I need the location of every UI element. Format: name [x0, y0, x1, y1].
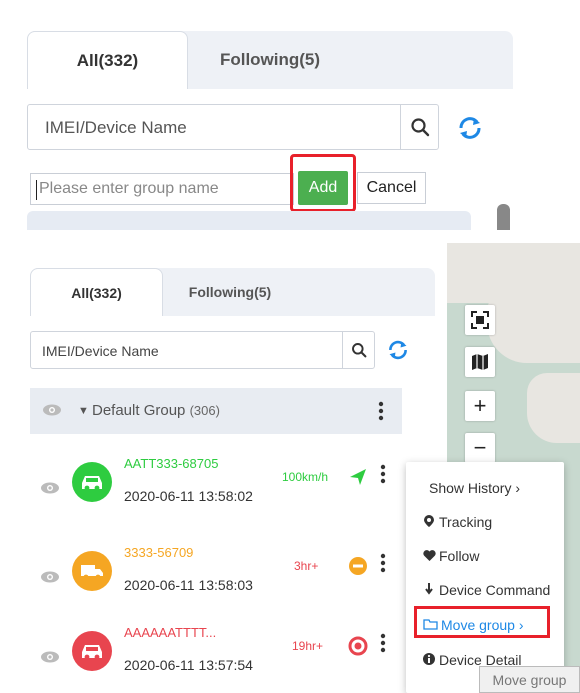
- more-icon[interactable]: [380, 553, 386, 573]
- info-icon: [422, 652, 436, 668]
- eye-icon[interactable]: [40, 480, 60, 496]
- command-arrow-icon: [422, 582, 436, 598]
- eye-icon[interactable]: [40, 569, 60, 585]
- refresh-button[interactable]: [455, 113, 485, 143]
- refresh-icon: [459, 117, 481, 139]
- tab-following[interactable]: Following(5): [170, 268, 290, 316]
- car-icon: [72, 462, 112, 502]
- group-header[interactable]: ▼ Default Group (306): [30, 388, 402, 434]
- fullscreen-button[interactable]: [465, 305, 495, 335]
- location-pin-icon: [422, 514, 436, 530]
- map-land: [487, 283, 580, 363]
- device-row[interactable]: 3333-56709 2020-06-11 13:58:03 3hr+: [30, 541, 410, 613]
- search-placeholder: IMEI/Device Name: [42, 343, 159, 359]
- device-name[interactable]: 3333-56709: [124, 545, 193, 560]
- fullscreen-icon: [471, 311, 489, 329]
- cancel-button[interactable]: Cancel: [357, 172, 426, 204]
- menu-item-show-history[interactable]: Show History ›: [406, 471, 564, 505]
- refresh-icon: [389, 340, 407, 360]
- search-icon: [351, 343, 366, 358]
- offline-icon: [348, 636, 368, 656]
- scrollbar-thumb[interactable]: [497, 204, 510, 230]
- device-offline-duration: 19hr+: [292, 639, 324, 653]
- search-input[interactable]: IMEI/Device Name: [30, 331, 375, 369]
- chevron-right-icon: ›: [515, 480, 521, 496]
- caret-down-icon[interactable]: ▼: [78, 405, 89, 417]
- more-icon[interactable]: [380, 633, 386, 653]
- search-icon: [410, 118, 429, 137]
- heart-icon: [422, 548, 436, 564]
- device-name[interactable]: AATT333-68705: [124, 456, 218, 471]
- tab-all[interactable]: All(332): [27, 31, 188, 89]
- device-offline-duration: 3hr+: [294, 559, 319, 573]
- highlight-box: [414, 606, 550, 638]
- moving-arrow-icon: [350, 469, 366, 485]
- search-button[interactable]: [400, 105, 438, 149]
- search-placeholder: IMEI/Device Name: [45, 118, 187, 137]
- group-name-input[interactable]: Please enter group name: [30, 173, 294, 205]
- map-land: [527, 373, 580, 443]
- group-name: Default Group (306): [92, 402, 220, 419]
- text-caret: [36, 180, 37, 200]
- zoom-out-button[interactable]: −: [465, 433, 495, 463]
- drag-tooltip: Move group: [479, 666, 580, 693]
- add-button[interactable]: Add: [298, 171, 348, 205]
- zoom-in-button[interactable]: +: [465, 391, 495, 421]
- menu-item-device-command[interactable]: Device Command: [406, 573, 564, 607]
- truck-icon: [72, 551, 112, 591]
- more-icon[interactable]: [380, 464, 386, 484]
- group-name-placeholder: Please enter group name: [39, 180, 219, 197]
- eye-icon[interactable]: [40, 649, 60, 665]
- car-icon: [72, 631, 112, 671]
- map-layer-button[interactable]: [465, 347, 495, 377]
- more-icon[interactable]: [378, 401, 384, 421]
- device-row[interactable]: AATT333-68705 2020-06-11 13:58:02 100km/…: [30, 452, 410, 524]
- menu-item-tracking[interactable]: Tracking: [406, 505, 564, 539]
- parked-icon: [349, 557, 367, 575]
- search-input[interactable]: IMEI/Device Name: [27, 104, 439, 150]
- refresh-button[interactable]: [385, 337, 411, 363]
- tab-following[interactable]: Following(5): [190, 31, 350, 89]
- group-header-partial: [27, 211, 471, 230]
- menu-item-follow[interactable]: Follow: [406, 539, 564, 573]
- device-time: 2020-06-11 13:58:02: [124, 488, 253, 504]
- device-time: 2020-06-11 13:57:54: [124, 657, 253, 673]
- tab-all[interactable]: All(332): [30, 268, 163, 316]
- device-speed: 100km/h: [282, 470, 329, 484]
- map-icon: [472, 354, 488, 370]
- device-time: 2020-06-11 13:58:03: [124, 577, 253, 593]
- search-button[interactable]: [342, 332, 374, 368]
- device-context-menu: Show History › Tracking Follow Device Co…: [406, 462, 564, 693]
- eye-icon[interactable]: [42, 402, 62, 418]
- device-name[interactable]: AAAAAATTTT...: [124, 625, 216, 640]
- device-row[interactable]: AAAAAATTTT... 2020-06-11 13:57:54 19hr+: [30, 621, 410, 693]
